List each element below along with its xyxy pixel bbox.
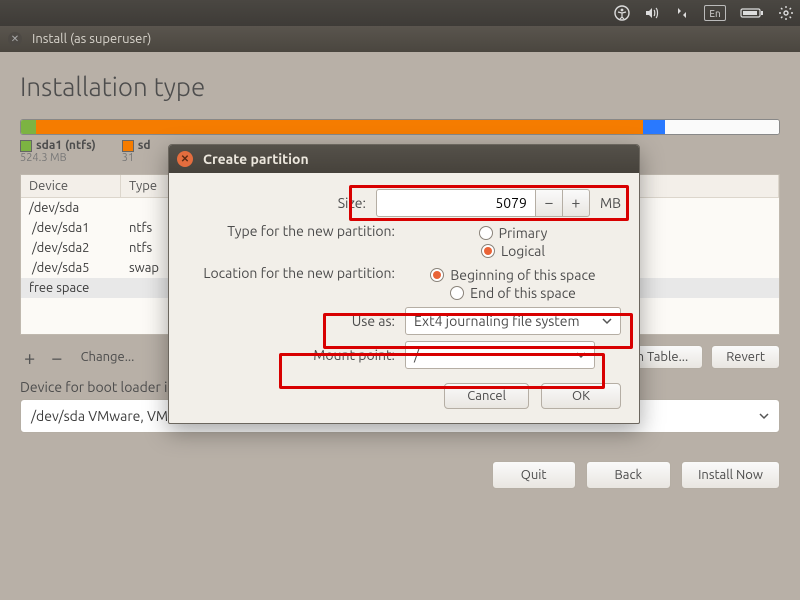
- size-increment-button[interactable]: +: [562, 189, 590, 217]
- diskbar-segment: [21, 120, 36, 134]
- dialog-titlebar: ✕ Create partition: [169, 145, 639, 173]
- legend-item: sda1 (ntfs)524.3 MB: [20, 139, 96, 164]
- network-icon[interactable]: [674, 5, 690, 21]
- mount-point-select[interactable]: /: [405, 341, 595, 369]
- size-input[interactable]: [376, 189, 536, 217]
- radio-beginning-label: Beginning of this space: [450, 267, 595, 283]
- back-button[interactable]: Back: [586, 461, 672, 489]
- partition-location-label: Location for the new partition:: [187, 265, 405, 281]
- size-unit: MB: [600, 195, 621, 211]
- dialog-close-button[interactable]: ✕: [177, 151, 193, 167]
- diskbar-segment: [643, 120, 666, 134]
- volume-icon[interactable]: [644, 5, 660, 21]
- window-title: Install (as superuser): [32, 32, 151, 46]
- chevron-down-icon: [759, 408, 769, 424]
- chevron-down-icon: [602, 313, 612, 329]
- add-partition-button[interactable]: +: [20, 346, 39, 369]
- dialog-cancel-button[interactable]: Cancel: [444, 383, 529, 409]
- radio-primary[interactable]: Primary: [479, 225, 548, 241]
- use-as-select[interactable]: Ext4 journaling file system: [405, 307, 621, 335]
- size-decrement-button[interactable]: −: [535, 189, 563, 217]
- window-titlebar: ✕ Install (as superuser): [0, 26, 800, 52]
- use-as-value: Ext4 journaling file system: [414, 313, 580, 329]
- col-header-device[interactable]: Device: [21, 175, 121, 197]
- radio-logical-label: Logical: [501, 243, 545, 259]
- diskbar-segment: [665, 120, 779, 134]
- radio-logical[interactable]: Logical: [481, 243, 545, 259]
- partition-type-label: Type for the new partition:: [187, 223, 405, 239]
- chevron-down-icon: [576, 347, 586, 363]
- radio-end[interactable]: End of this space: [450, 285, 576, 301]
- dialog-ok-button[interactable]: OK: [541, 383, 621, 409]
- col-header-type[interactable]: Type: [121, 175, 171, 197]
- page-title: Installation type: [20, 72, 780, 101]
- accessibility-icon[interactable]: [614, 5, 630, 21]
- radio-primary-label: Primary: [499, 225, 548, 241]
- change-partition-button[interactable]: Change...: [75, 350, 135, 364]
- size-label: Size:: [187, 195, 376, 211]
- radio-icon: [450, 286, 464, 300]
- remove-partition-button[interactable]: −: [47, 346, 66, 369]
- radio-beginning[interactable]: Beginning of this space: [430, 267, 595, 283]
- mount-point-value: /: [414, 347, 419, 363]
- battery-icon[interactable]: [740, 7, 764, 19]
- window-close-button[interactable]: ✕: [8, 32, 22, 46]
- radio-icon: [479, 226, 493, 240]
- keyboard-lang-indicator[interactable]: En: [704, 5, 726, 21]
- mount-point-label: Mount point:: [187, 347, 405, 363]
- legend-item: sd31: [122, 139, 151, 164]
- radio-icon: [430, 268, 444, 282]
- revert-button[interactable]: Revert: [711, 345, 780, 369]
- dialog-title: Create partition: [203, 151, 309, 167]
- quit-button[interactable]: Quit: [492, 461, 576, 489]
- gear-icon[interactable]: [778, 5, 794, 21]
- diskbar-segment: [36, 120, 642, 134]
- system-menubar: En: [0, 0, 800, 26]
- radio-end-label: End of this space: [470, 285, 576, 301]
- install-now-button[interactable]: Install Now: [681, 461, 780, 489]
- disk-usage-bar: [20, 119, 780, 135]
- radio-icon: [481, 244, 495, 258]
- create-partition-dialog: ✕ Create partition Size: − + MB Type for…: [168, 144, 640, 424]
- use-as-label: Use as:: [187, 313, 405, 329]
